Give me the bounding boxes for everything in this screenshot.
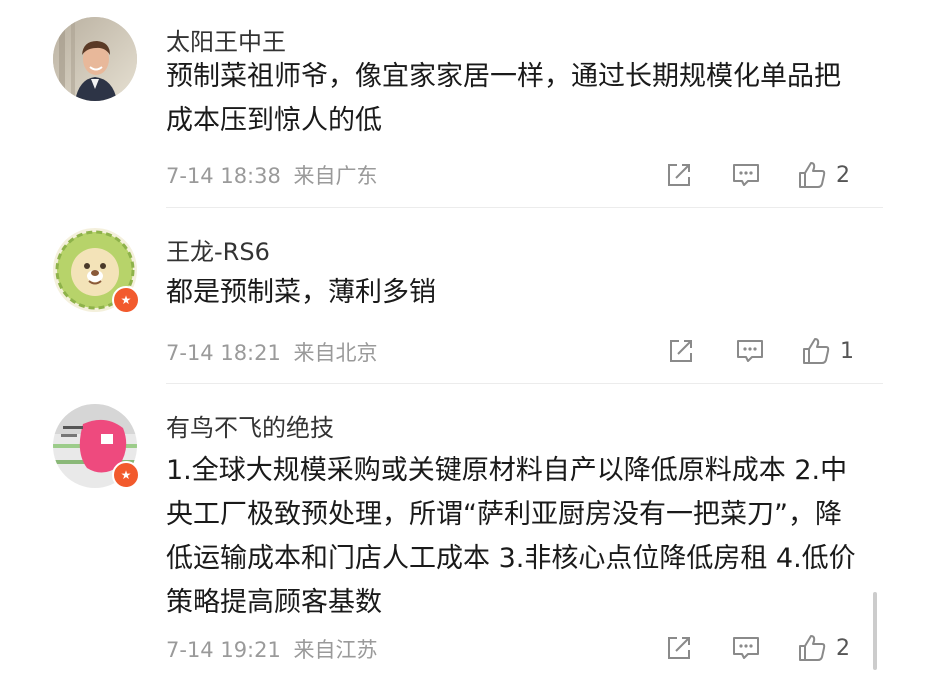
like-button[interactable]: 2 — [796, 630, 850, 666]
repost-icon — [668, 637, 690, 659]
comment-time: 7-14 19:21 — [166, 638, 281, 662]
comment-item: ★ 有鸟不飞的绝技 1.全球大规模采购或关键原材料自产以降低原料成本 2.中央工… — [0, 0, 929, 673]
comment-location: 来自江苏 — [293, 638, 378, 662]
repost-button[interactable] — [664, 630, 694, 666]
comment-icon — [733, 637, 759, 659]
comment-actions: 2 — [660, 630, 870, 666]
comment-text: 1.全球大规模采购或关键原材料自产以降低原料成本 2.中央工厂极致预处理，所谓“… — [166, 455, 856, 618]
username[interactable]: 有鸟不飞的绝技 — [166, 408, 334, 443]
star-badge-icon: ★ — [112, 461, 140, 489]
like-count: 2 — [836, 635, 850, 661]
thumbs-up-icon — [799, 635, 826, 661]
comment-meta: 7-14 19:21 来自江苏 — [166, 634, 378, 664]
comment-button[interactable] — [730, 630, 762, 666]
scrollbar[interactable] — [873, 592, 877, 670]
